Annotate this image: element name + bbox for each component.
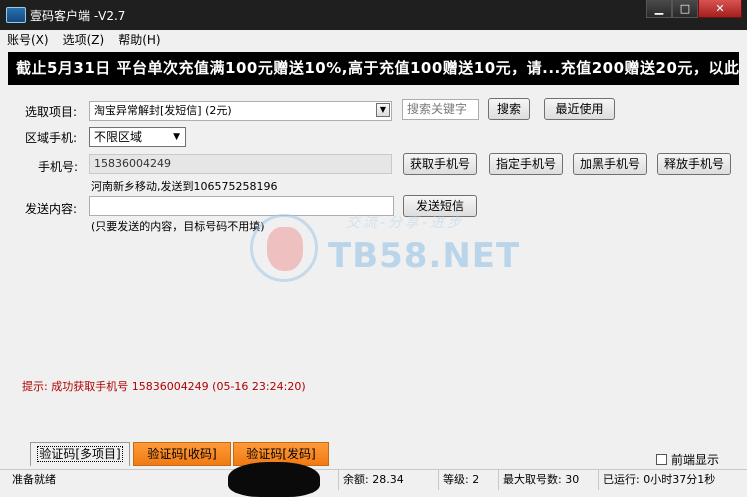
release-phone-button[interactable]: 释放手机号 bbox=[657, 153, 731, 175]
minimize-button[interactable]: ▁ bbox=[646, 0, 672, 18]
combo-dropdown-icon[interactable]: ▼ bbox=[376, 103, 390, 117]
promo-banner: 截止5月31日 平台单次充值满100元赠送10%,高于充值100赠送10元，请.… bbox=[8, 52, 739, 85]
title-bar[interactable]: 壹码客户端 -V2.7 ▁ □ ✕ bbox=[0, 0, 747, 30]
search-button[interactable]: 搜索 bbox=[488, 98, 530, 120]
window-title: 壹码客户端 -V2.7 bbox=[30, 9, 126, 23]
region-select[interactable]: 不限区域 ▼ bbox=[89, 127, 186, 147]
region-value: 不限区域 bbox=[94, 130, 143, 144]
menu-account[interactable]: 账号(X) bbox=[0, 30, 56, 50]
status-level: 等级: 2 bbox=[438, 470, 498, 490]
watermark-text: TB58.NET bbox=[328, 236, 521, 276]
status-bar: 准备就绪 余额: 28.34 等级: 2 最大取号数: 30 已运行: 0小时3… bbox=[0, 469, 747, 490]
front-display-toggle[interactable]: 前端显示 bbox=[656, 451, 719, 468]
watermark-slogan: 交流-分享-进步 bbox=[346, 215, 465, 231]
maximize-button[interactable]: □ bbox=[672, 0, 698, 18]
specify-phone-button[interactable]: 指定手机号 bbox=[489, 153, 563, 175]
tab-label: 验证码[多项目] bbox=[37, 446, 123, 462]
status-running: 已运行: 0小时37分1秒 bbox=[598, 470, 740, 490]
content-label: 发送内容: bbox=[25, 202, 78, 216]
status-message: 提示: 成功获取手机号 15836004249 (05-16 23:24:20) bbox=[22, 380, 306, 393]
menu-help[interactable]: 帮助(H) bbox=[111, 30, 167, 50]
app-icon bbox=[6, 7, 26, 23]
chevron-down-icon: ▼ bbox=[173, 132, 180, 142]
redaction-blob bbox=[228, 462, 320, 497]
tab-receive-code[interactable]: 验证码[收码] bbox=[133, 442, 231, 466]
get-phone-button[interactable]: 获取手机号 bbox=[403, 153, 477, 175]
front-display-checkbox[interactable] bbox=[656, 454, 667, 465]
blacklist-phone-button[interactable]: 加黑手机号 bbox=[573, 153, 647, 175]
tab-bar: 验证码[多项目] 验证码[收码] 验证码[发码] bbox=[0, 442, 747, 468]
phone-info: 河南新乡移动,发送到106575258196 bbox=[91, 180, 278, 193]
front-display-label: 前端显示 bbox=[671, 453, 720, 467]
hand-logo-icon bbox=[250, 214, 318, 282]
menu-options[interactable]: 选项(Z) bbox=[56, 30, 112, 50]
watermark-logo: 交流-分享-进步 TB58.NET bbox=[250, 208, 520, 288]
status-balance: 余额: 28.34 bbox=[338, 470, 438, 490]
search-input[interactable]: 搜索关键字 bbox=[402, 99, 479, 120]
status-max-phone: 最大取号数: 30 bbox=[498, 470, 598, 490]
tab-multi-project[interactable]: 验证码[多项目] bbox=[30, 442, 130, 466]
close-button[interactable]: ✕ bbox=[698, 0, 742, 18]
app-window: 壹码客户端 -V2.7 ▁ □ ✕ 账号(X) 选项(Z) 帮助(H) 截止5月… bbox=[0, 0, 747, 497]
project-combo[interactable]: 淘宝异常解封[发短信] (2元) ▼ bbox=[89, 101, 392, 121]
content-hint: (只要发送的内容，目标号码不用填) bbox=[91, 220, 265, 233]
phone-field[interactable]: 15836004249 bbox=[89, 154, 392, 174]
recent-button[interactable]: 最近使用 bbox=[544, 98, 615, 120]
project-label: 选取项目: bbox=[25, 105, 78, 119]
phone-label: 手机号: bbox=[38, 160, 79, 174]
menu-bar: 账号(X) 选项(Z) 帮助(H) bbox=[0, 30, 747, 50]
region-label: 区域手机: bbox=[25, 131, 78, 145]
window-controls: ▁ □ ✕ bbox=[646, 0, 742, 20]
project-value: 淘宝异常解封[发短信] (2元) bbox=[94, 104, 232, 117]
